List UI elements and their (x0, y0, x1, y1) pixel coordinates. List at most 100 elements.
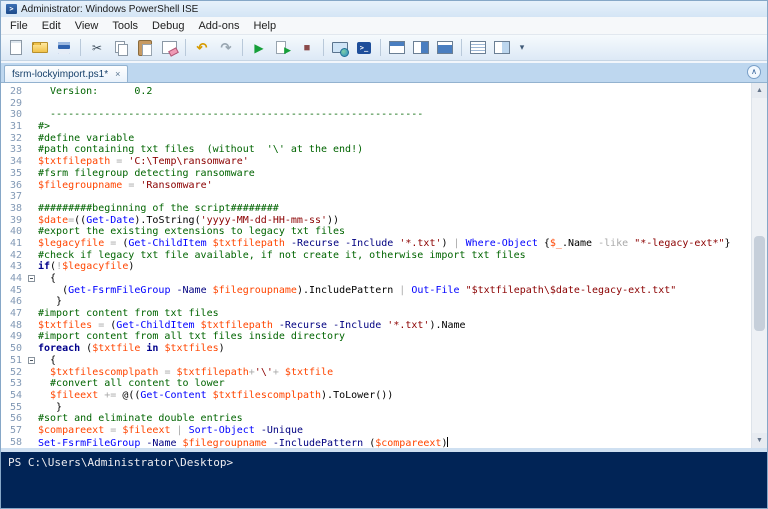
code-line: 33 #path containing txt files (without '\… (1, 144, 751, 156)
code-text: foreach ($txtfile in $txtfiles) (38, 343, 225, 355)
code-text: #convert all content to lower (38, 378, 225, 390)
run-script-button[interactable]: ▶ (248, 37, 270, 59)
fold-margin (25, 425, 38, 437)
code-line: 47 #import content from txt files (1, 308, 751, 320)
scroll-down-icon[interactable]: ▼ (752, 433, 767, 448)
fold-margin (25, 402, 38, 414)
line-number: 51 (9, 354, 22, 366)
run-selection-button[interactable]: ▶ (272, 37, 294, 59)
fold-margin (25, 98, 38, 110)
overflow-button[interactable]: ▾ (515, 37, 529, 59)
fold-margin (25, 226, 38, 238)
code-text: $txtfiles = (Get-ChildItem $txtfilepath … (38, 319, 466, 331)
paste-button[interactable] (134, 37, 156, 59)
window-title: Administrator: Windows PowerShell ISE (21, 3, 199, 15)
code-line: 42 #check if legacy txt file available, i… (1, 250, 751, 262)
command-window-button[interactable] (467, 37, 489, 59)
menu-help[interactable]: Help (246, 18, 283, 34)
menu-bar: File Edit View Tools Debug Add-ons Help (1, 17, 767, 35)
fold-margin (25, 367, 38, 379)
new-script-button[interactable] (5, 37, 27, 59)
toolbar-separator (242, 39, 243, 56)
open-script-button[interactable] (29, 37, 51, 59)
code-line: 45 (Get-FsrmFileGroup -Name $filegroupna… (1, 285, 751, 297)
cut-icon: ✂ (91, 40, 103, 55)
line-number: 55 (9, 401, 22, 413)
fold-margin (25, 437, 38, 448)
fold-margin (25, 413, 38, 425)
copy-button[interactable] (110, 37, 132, 59)
tab-row: fsrm-lockyimport.ps1* × ∧ (1, 63, 767, 82)
title-bar: > Administrator: Windows PowerShell ISE (1, 1, 767, 17)
code-line: 52 $txtfilescomplpath = $txtfilepath+'\'… (1, 367, 751, 379)
fold-margin (25, 86, 38, 98)
code-text: { (38, 354, 57, 366)
clear-console-button[interactable] (158, 37, 180, 59)
menu-addons[interactable]: Add-ons (191, 18, 246, 34)
line-number: 57 (9, 424, 22, 436)
toolbar-separator (323, 39, 324, 56)
code-text: $filegroupname = 'Ransomware' (38, 179, 213, 191)
script-editor[interactable]: 28 Version: 0.2 29 30 --------------------… (1, 83, 751, 448)
code-text: $txtfilescomplpath = $txtfilepath+'\'+ $… (50, 366, 334, 378)
code-text: $fileext += @((Get-Content $txtfilescomp… (50, 389, 394, 401)
line-number: 43 (9, 261, 22, 273)
line-number: 48 (9, 319, 22, 331)
code-text: Version: 0.2 (38, 86, 153, 97)
code-text: #sort and eliminate double entries (38, 413, 243, 425)
command-addon-button[interactable] (491, 37, 513, 59)
menu-file[interactable]: File (3, 18, 35, 34)
code-line: 32 #define variable (1, 133, 751, 145)
console-pane[interactable]: PS C:\Users\Administrator\Desktop> (1, 452, 767, 508)
code-line: 36 $filegroupname = 'Ransomware' (1, 180, 751, 192)
line-number: 44 (9, 273, 22, 284)
undo-button[interactable]: ↶ (191, 37, 213, 59)
fold-collapse-icon[interactable] (28, 357, 35, 365)
menu-debug[interactable]: Debug (145, 18, 191, 34)
fold-margin (25, 308, 38, 320)
new-remote-tab-button[interactable] (329, 37, 351, 59)
fold-margin (25, 343, 38, 355)
line-number: 54 (9, 389, 22, 401)
fold-margin (25, 191, 38, 203)
code-line: 49 #import content from all txt files ins… (1, 331, 751, 343)
pane-right-button[interactable] (410, 37, 432, 59)
tab-close-icon[interactable]: × (115, 69, 120, 79)
code-line: 37 (1, 191, 751, 203)
code-line: 30 -------------------------------------… (1, 109, 751, 121)
code-line: 58 Set-FsrmFileGroup -Name $filegroupname… (1, 436, 751, 448)
fold-margin (25, 144, 38, 156)
code-line: 54 $fileext += @((Get-Content $txtfilesc… (1, 390, 751, 402)
menu-view[interactable]: View (68, 18, 106, 34)
line-number: 36 (9, 179, 22, 191)
tab-fsrm-lockyimport[interactable]: fsrm-lockyimport.ps1* × (4, 65, 129, 82)
scroll-up-icon[interactable]: ▲ (752, 83, 767, 98)
pane-max-button[interactable] (434, 37, 456, 59)
code-line: 57 $compareext = $fileext | Sort-Object -… (1, 425, 751, 437)
line-number: 50 (9, 343, 22, 355)
line-number: 41 (9, 237, 22, 249)
code-line: 40 #export the existing extensions to leg… (1, 226, 751, 238)
code-line: 29 (1, 98, 751, 110)
save-script-button[interactable] (53, 37, 75, 59)
line-number: 46 (9, 296, 22, 308)
menu-tools[interactable]: Tools (105, 18, 145, 34)
powershell-ise-window: > Administrator: Windows PowerShell ISE … (0, 0, 768, 509)
text-caret (447, 436, 449, 447)
code-text: #fsrm filegroup detecting ransomware (38, 167, 255, 179)
line-number: 31 (9, 121, 22, 133)
menu-edit[interactable]: Edit (35, 18, 68, 34)
code-line: 39 $date=((Get-Date).ToString('yyyy-MM-dd… (1, 215, 751, 227)
scrollbar-thumb[interactable] (754, 236, 765, 332)
stop-operation-button[interactable]: ■ (296, 37, 318, 59)
editor-scrollbar[interactable]: ▲ ▼ (751, 83, 767, 448)
cut-button[interactable]: ✂ (86, 37, 108, 59)
line-number: 45 (9, 284, 22, 296)
line-number: 37 (9, 191, 22, 203)
pane-top-button[interactable] (386, 37, 408, 59)
collapse-script-pane-icon[interactable]: ∧ (747, 65, 761, 79)
start-powershell-button[interactable] (353, 37, 375, 59)
redo-button[interactable]: ↷ (215, 37, 237, 59)
line-number: 40 (9, 226, 22, 238)
fold-collapse-icon[interactable] (28, 275, 35, 283)
